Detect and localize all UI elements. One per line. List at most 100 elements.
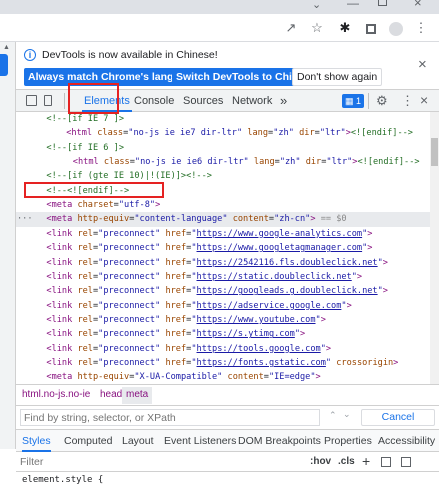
dom-token: "IE=edge" bbox=[268, 372, 316, 383]
styles-filter-bar: :hov .cls + bbox=[16, 452, 439, 472]
more-icon[interactable]: ⋮ bbox=[413, 20, 429, 36]
dom-node-line[interactable]: <html class="no-js ie ie7 dir-ltr" lang=… bbox=[16, 126, 430, 140]
dom-node-text: <link rel="preconnect" href="https://sta… bbox=[46, 270, 362, 284]
dom-token: "preconnect" bbox=[98, 329, 161, 340]
new-style-rule-button[interactable]: + bbox=[362, 453, 370, 469]
minimize-icon[interactable]: — bbox=[347, 0, 359, 10]
elements-tab-highlight bbox=[68, 83, 119, 114]
dom-node-line[interactable]: <link rel="preconnect" href="https://www… bbox=[16, 313, 430, 327]
share-icon[interactable]: ↗ bbox=[283, 20, 299, 36]
dont-show-again-button[interactable]: Don't show again bbox=[292, 68, 383, 86]
dom-token: > bbox=[393, 357, 399, 368]
close-notice-icon[interactable]: × bbox=[418, 56, 427, 73]
dom-link[interactable]: https://s.ytimg.com bbox=[197, 329, 295, 339]
devtools-menu-icon[interactable]: ⋮ bbox=[401, 93, 414, 109]
tab-search-icon[interactable] bbox=[363, 20, 379, 36]
dom-node-line[interactable]: <!--[if IE 7 ]> bbox=[16, 112, 430, 126]
sidebar-toggle-icon[interactable] bbox=[401, 457, 411, 467]
close-window-icon[interactable]: × bbox=[414, 0, 422, 10]
dom-token: http-equiv bbox=[77, 372, 130, 383]
dom-link[interactable]: https://www.googletagmanager.com bbox=[197, 243, 363, 253]
dom-link[interactable]: https://www.youtube.com bbox=[197, 315, 316, 325]
dom-node-line[interactable]: <link rel="preconnect" href="https://s.y… bbox=[16, 327, 430, 341]
star-icon[interactable]: ☆ bbox=[309, 20, 325, 36]
dom-token: dir bbox=[299, 128, 315, 139]
dom-node-line[interactable]: <html class="no-js ie ie6 dir-ltr" lang=… bbox=[16, 155, 430, 169]
dom-node-line[interactable]: <link rel="preconnect" href="https://goo… bbox=[16, 284, 430, 298]
chevron-down-icon[interactable]: ⌄ bbox=[312, 0, 321, 11]
dom-token: <link bbox=[46, 357, 78, 368]
dom-node-line[interactable]: <link rel="preconnect" href="https://254… bbox=[16, 256, 430, 270]
dom-link[interactable]: https://static.doubleclick.net bbox=[197, 272, 352, 282]
dom-token: <!--[if IE 6 ]> bbox=[46, 142, 124, 153]
dom-node-line[interactable]: <meta http-equiv="X-UA-Compatible" conte… bbox=[16, 370, 430, 384]
tab-console[interactable]: Console bbox=[134, 90, 174, 112]
page-accent bbox=[0, 54, 8, 76]
dom-node-line[interactable]: <!--[if IE 6 ]> bbox=[16, 141, 430, 155]
dom-link[interactable]: https://2542116.fls.doubleclick.net bbox=[197, 258, 378, 268]
dom-token: <link bbox=[46, 271, 78, 282]
dom-token: <link bbox=[46, 300, 78, 311]
tab-sources[interactable]: Sources bbox=[183, 90, 223, 112]
maximize-icon[interactable] bbox=[378, 0, 387, 6]
extensions-icon[interactable]: ✱ bbox=[337, 20, 353, 36]
class-toggle[interactable]: .cls bbox=[338, 456, 355, 467]
styles-filter-input[interactable] bbox=[20, 454, 300, 469]
hover-state-toggle[interactable]: :hov bbox=[310, 456, 331, 467]
dom-token: <!--[if IE 7 ]> bbox=[46, 114, 124, 124]
dom-node-line[interactable]: <link rel="preconnect" href="https://sta… bbox=[16, 270, 430, 284]
dom-token: content bbox=[227, 372, 264, 383]
dom-node-line[interactable]: <meta charset="utf-8"> bbox=[16, 198, 430, 212]
more-tabs-icon[interactable]: » bbox=[280, 90, 287, 112]
breadcrumb: html.no-js.no-ie head meta bbox=[16, 384, 439, 406]
dom-token: <link bbox=[46, 343, 78, 354]
dom-token: > bbox=[315, 372, 321, 383]
find-next-icon[interactable]: ⌄ bbox=[343, 409, 351, 420]
dom-token: rel bbox=[77, 300, 93, 311]
dom-node-line[interactable]: <link rel="preconnect" href="https://www… bbox=[16, 241, 430, 255]
dom-link[interactable]: https://adservice.google.com bbox=[197, 301, 342, 311]
dom-token: lang bbox=[253, 157, 275, 168]
issues-badge[interactable]: ▦ 1 bbox=[342, 94, 365, 108]
find-cancel-button[interactable]: Cancel bbox=[361, 409, 435, 426]
crumb-head[interactable]: head bbox=[100, 389, 122, 400]
dom-token: crossorigin bbox=[336, 357, 394, 368]
dom-node-line[interactable]: <link rel="preconnect" href="https://www… bbox=[16, 227, 430, 241]
tab-network[interactable]: Network bbox=[232, 90, 272, 112]
find-prev-icon[interactable]: ⌃ bbox=[329, 410, 337, 421]
dom-token: "preconnect" bbox=[98, 271, 161, 282]
dom-node-line[interactable]: <link rel="preconnect" href="https://ads… bbox=[16, 299, 430, 313]
inspect-element-icon[interactable] bbox=[26, 95, 37, 106]
scroll-up-icon[interactable]: ▲ bbox=[3, 44, 10, 51]
dom-scrollbar-thumb[interactable] bbox=[431, 138, 438, 166]
dom-token: lang bbox=[247, 128, 269, 139]
computed-styles-icon[interactable] bbox=[381, 457, 391, 467]
dom-link[interactable]: https://tools.google.com bbox=[197, 344, 321, 354]
close-devtools-icon[interactable]: × bbox=[420, 92, 428, 108]
device-toolbar-icon[interactable] bbox=[44, 95, 52, 106]
dom-node-line[interactable]: <link rel="preconnect" href="https://too… bbox=[16, 342, 430, 356]
element-style-selector: element.style { bbox=[22, 475, 104, 485]
dom-node-text: <link rel="preconnect" href="https://fon… bbox=[46, 356, 398, 370]
info-icon: i bbox=[24, 49, 36, 61]
dom-node-text: <link rel="preconnect" href="https://www… bbox=[46, 241, 372, 255]
dom-token: > bbox=[155, 200, 161, 211]
profile-icon[interactable] bbox=[388, 20, 404, 36]
dom-token: == $0 bbox=[315, 214, 347, 225]
find-input[interactable] bbox=[20, 409, 320, 426]
dom-node-text: <link rel="preconnect" href="https://254… bbox=[46, 256, 388, 270]
dom-node-text: <html class="no-js ie ie6 dir-ltr" lang=… bbox=[73, 155, 420, 169]
dom-token: "preconnect" bbox=[98, 314, 161, 325]
settings-gear-icon[interactable]: ⚙ bbox=[376, 93, 388, 109]
crumb-html[interactable]: html.no-js.no-ie bbox=[22, 389, 90, 400]
node-actions-icon[interactable]: ··· bbox=[17, 212, 33, 226]
dom-link[interactable]: https://www.google-analytics.com bbox=[197, 229, 363, 239]
dom-link[interactable]: https://googleads.g.doubleclick.net bbox=[197, 286, 378, 296]
dom-node-text: <html class="no-js ie ie7 dir-ltr" lang=… bbox=[66, 126, 413, 140]
crumb-meta[interactable]: meta bbox=[122, 387, 153, 404]
dom-token: "preconnect" bbox=[98, 228, 161, 239]
dom-node-line[interactable]: <link rel="preconnect" href="https://fon… bbox=[16, 356, 430, 370]
dom-node-line-selected[interactable]: ··· <meta http-equiv="content-language" c… bbox=[16, 212, 430, 227]
dom-link[interactable]: https://fonts.gstatic.com bbox=[197, 358, 326, 368]
dom-token: > bbox=[367, 243, 373, 254]
